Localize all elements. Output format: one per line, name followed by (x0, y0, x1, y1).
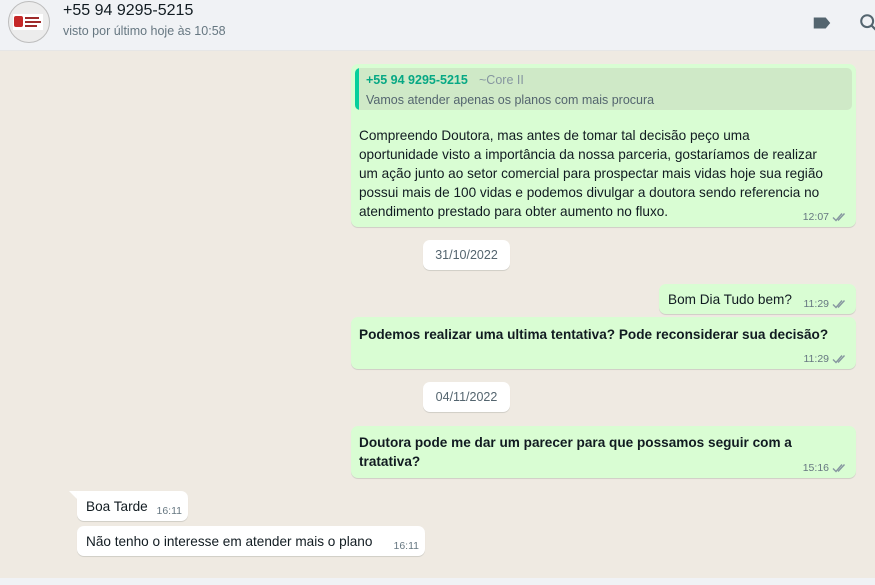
message-time: 16:11 (156, 505, 183, 517)
contact-avatar[interactable] (8, 1, 50, 43)
message-time: 15:16 (802, 462, 829, 474)
quoted-author: +55 94 9295-5215 (366, 73, 468, 87)
label-icon[interactable] (811, 12, 833, 34)
message-meta: 11:29 (804, 353, 849, 365)
outgoing-message[interactable]: Podemos realizar uma ultima tentativa? P… (351, 317, 856, 369)
message-text: Podemos realizar uma ultima tentativa? P… (359, 327, 829, 342)
read-ticks-icon (832, 213, 846, 222)
outgoing-message[interactable]: Bom Dia Tudo bem? 11:29 (659, 284, 856, 314)
incoming-message[interactable]: Boa Tarde 16:11 (77, 491, 188, 521)
message-meta: 12:07 (803, 211, 848, 223)
outgoing-message[interactable]: +55 94 9295-5215 ~Core II Vamos atender … (351, 64, 856, 227)
contact-name[interactable]: +55 94 9295-5215 (63, 2, 193, 20)
composer-edge (0, 578, 875, 585)
last-seen-status: visto por último hoje às 10:58 (63, 24, 226, 38)
message-time: 11:29 (803, 298, 830, 310)
read-ticks-icon (832, 355, 846, 364)
message-meta: 11:29 (804, 298, 849, 310)
chat-area[interactable]: +55 94 9295-5215 ~Core II Vamos atender … (0, 51, 875, 585)
outgoing-message[interactable]: Doutora pode me dar um parecer para que … (351, 426, 856, 478)
message-text: Compreendo Doutora, mas antes de tomar t… (359, 128, 823, 219)
date-separator: 04/11/2022 (423, 382, 510, 412)
quoted-text: Vamos atender apenas os planos com mais … (366, 93, 655, 107)
quoted-message[interactable]: +55 94 9295-5215 ~Core II Vamos atender … (355, 68, 852, 110)
company-logo (13, 14, 43, 30)
read-ticks-icon (832, 300, 846, 309)
message-meta: 15:16 (803, 462, 848, 474)
date-separator: 31/10/2022 (423, 240, 510, 270)
quoted-author-name: ~Core II (479, 73, 524, 87)
message-time: 12:07 (802, 211, 829, 223)
read-ticks-icon (832, 464, 846, 473)
message-text: Boa Tarde (86, 499, 148, 514)
message-meta: 16:11 (157, 505, 183, 517)
message-text: Doutora pode me dar um parecer para que … (359, 435, 792, 469)
message-time: 16:11 (393, 540, 420, 552)
incoming-message[interactable]: Não tenho o interesse em atender mais o … (77, 526, 425, 556)
message-meta: 16:11 (394, 540, 420, 552)
message-text: Bom Dia Tudo bem? (668, 292, 792, 307)
message-time: 11:29 (803, 353, 830, 365)
message-text: Não tenho o interesse em atender mais o … (86, 534, 373, 549)
search-icon[interactable] (858, 12, 875, 34)
chat-header: +55 94 9295-5215 visto por último hoje à… (0, 0, 875, 51)
